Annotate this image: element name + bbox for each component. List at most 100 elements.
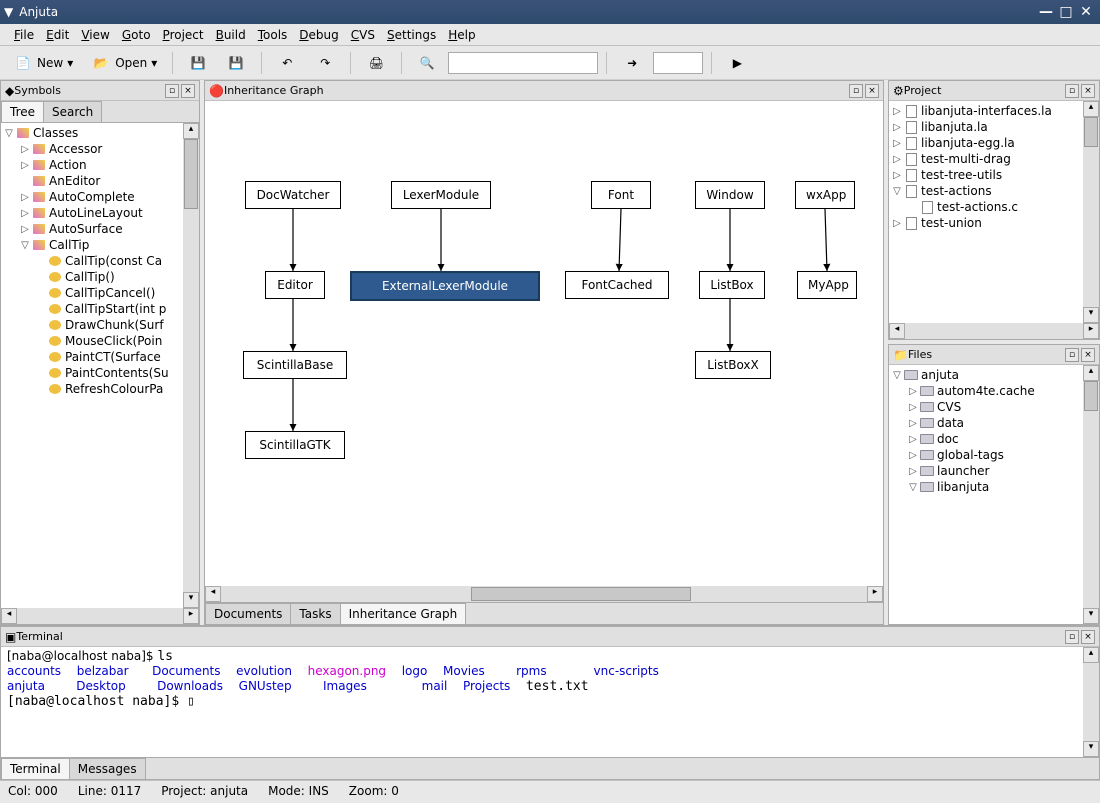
- expander-icon[interactable]: ▷: [19, 192, 31, 203]
- scroll-up-button[interactable]: ▴: [183, 123, 199, 139]
- tree-item[interactable]: ▷Action: [3, 157, 181, 173]
- expander-icon[interactable]: ▷: [891, 106, 903, 117]
- tree-item[interactable]: ▷libanjuta-egg.la: [891, 135, 1081, 151]
- tree-item[interactable]: CallTip(): [3, 269, 181, 285]
- symbols-scrollbar[interactable]: ▴ ▾: [183, 123, 199, 608]
- tree-item[interactable]: PaintContents(Su: [3, 365, 181, 381]
- tree-item[interactable]: test-actions.c: [891, 199, 1081, 215]
- tree-item[interactable]: DrawChunk(Surf: [3, 317, 181, 333]
- menu-project[interactable]: Project: [157, 26, 210, 44]
- graph-node[interactable]: Font: [591, 181, 651, 209]
- graph-node[interactable]: ScintillaGTK: [245, 431, 345, 459]
- menu-tools[interactable]: Tools: [252, 26, 294, 44]
- scroll-up-button[interactable]: ▴: [1083, 647, 1099, 663]
- files-scrollbar[interactable]: ▴ ▾: [1083, 365, 1099, 624]
- tree-item[interactable]: ▷test-union: [891, 215, 1081, 231]
- expander-icon[interactable]: ▽: [891, 370, 903, 381]
- tree-item[interactable]: ▽libanjuta: [891, 479, 1081, 495]
- find-button[interactable]: 🔍: [410, 49, 444, 77]
- save-all-button[interactable]: 💾: [219, 49, 253, 77]
- expander-icon[interactable]: ▷: [907, 402, 919, 413]
- menu-goto[interactable]: Goto: [116, 26, 157, 44]
- scroll-up-button[interactable]: ▴: [1083, 365, 1099, 381]
- expander-icon[interactable]: ▷: [891, 154, 903, 165]
- panel-min-button[interactable]: ▫: [849, 84, 863, 98]
- save-button[interactable]: 💾: [181, 49, 215, 77]
- graph-node[interactable]: MyApp: [797, 271, 857, 299]
- tree-item[interactable]: CallTipStart(int p: [3, 301, 181, 317]
- terminal-output[interactable]: [naba@localhost naba]$ ls accounts belza…: [1, 647, 1083, 757]
- panel-min-button[interactable]: ▫: [1065, 84, 1079, 98]
- window-menu-icon[interactable]: ▼: [4, 5, 13, 19]
- project-hscroll[interactable]: ◂ ▸: [889, 323, 1099, 339]
- tab-inheritance-graph[interactable]: Inheritance Graph: [340, 603, 467, 624]
- tree-item[interactable]: ▷autom4te.cache: [891, 383, 1081, 399]
- panel-close-button[interactable]: ×: [1081, 84, 1095, 98]
- menu-build[interactable]: Build: [210, 26, 252, 44]
- tree-item[interactable]: ▷Accessor: [3, 141, 181, 157]
- panel-close-button[interactable]: ×: [865, 84, 879, 98]
- new-button[interactable]: 📄 New ▾: [6, 49, 80, 77]
- tree-item[interactable]: ▷data: [891, 415, 1081, 431]
- tree-item[interactable]: AnEditor: [3, 173, 181, 189]
- project-tree[interactable]: ▷libanjuta-interfaces.la▷libanjuta.la▷li…: [889, 101, 1083, 323]
- expander-icon[interactable]: ▷: [907, 450, 919, 461]
- scroll-down-button[interactable]: ▾: [1083, 307, 1099, 323]
- scroll-down-button[interactable]: ▾: [1083, 741, 1099, 757]
- expander-icon[interactable]: ▷: [907, 434, 919, 445]
- graph-node[interactable]: FontCached: [565, 271, 669, 299]
- tree-item[interactable]: ▷launcher: [891, 463, 1081, 479]
- scroll-right-button[interactable]: ▸: [867, 586, 883, 602]
- expander-icon[interactable]: ▷: [19, 160, 31, 171]
- tree-item[interactable]: ▷test-tree-utils: [891, 167, 1081, 183]
- tab-tree[interactable]: Tree: [1, 101, 44, 122]
- tree-item[interactable]: ▷AutoLineLayout: [3, 205, 181, 221]
- menu-file[interactable]: File: [8, 26, 40, 44]
- graph-node[interactable]: LexerModule: [391, 181, 491, 209]
- inheritance-graph-canvas[interactable]: DocWatcherLexerModuleFontWindowwxAppEdit…: [205, 101, 883, 586]
- panel-min-button[interactable]: ▫: [165, 84, 179, 98]
- panel-close-button[interactable]: ×: [1081, 348, 1095, 362]
- tree-item[interactable]: ▷CVS: [891, 399, 1081, 415]
- graph-node[interactable]: DocWatcher: [245, 181, 341, 209]
- files-tree[interactable]: ▽anjuta▷autom4te.cache▷CVS▷data▷doc▷glob…: [889, 365, 1083, 624]
- expander-icon[interactable]: ▷: [19, 208, 31, 219]
- tab-tasks[interactable]: Tasks: [290, 603, 340, 624]
- print-button[interactable]: 🖨: [359, 49, 393, 77]
- menu-view[interactable]: View: [75, 26, 115, 44]
- undo-button[interactable]: ↶: [270, 49, 304, 77]
- tree-item[interactable]: PaintCT(Surface: [3, 349, 181, 365]
- goto-button[interactable]: ➜: [615, 49, 649, 77]
- tree-item[interactable]: RefreshColourPa: [3, 381, 181, 397]
- close-button[interactable]: ✕: [1076, 4, 1096, 20]
- expander-icon[interactable]: ▷: [891, 122, 903, 133]
- menu-debug[interactable]: Debug: [293, 26, 344, 44]
- graph-node[interactable]: ScintillaBase: [243, 351, 347, 379]
- expander-icon[interactable]: ▽: [891, 186, 903, 197]
- execute-button[interactable]: ▶: [720, 49, 754, 77]
- menu-cvs[interactable]: CVS: [345, 26, 381, 44]
- tree-item[interactable]: ▽CallTip: [3, 237, 181, 253]
- expander-icon[interactable]: ▷: [907, 466, 919, 477]
- expander-icon[interactable]: ▷: [891, 170, 903, 181]
- graph-node[interactable]: ExternalLexerModule: [350, 271, 540, 301]
- expander-icon[interactable]: ▷: [19, 224, 31, 235]
- tree-item[interactable]: ▽anjuta: [891, 367, 1081, 383]
- expander-icon[interactable]: ▷: [907, 386, 919, 397]
- open-button[interactable]: 📂 Open ▾: [84, 49, 164, 77]
- panel-close-button[interactable]: ×: [181, 84, 195, 98]
- terminal-scrollbar[interactable]: ▴ ▾: [1083, 647, 1099, 757]
- tree-item[interactable]: ▷AutoSurface: [3, 221, 181, 237]
- graph-hscroll[interactable]: ◂ ▸: [205, 586, 883, 602]
- tree-item[interactable]: ▽Classes: [3, 125, 181, 141]
- graph-node[interactable]: ListBoxX: [695, 351, 771, 379]
- tree-item[interactable]: ▷global-tags: [891, 447, 1081, 463]
- scroll-down-button[interactable]: ▾: [183, 592, 199, 608]
- scroll-left-button[interactable]: ◂: [205, 586, 221, 602]
- expander-icon[interactable]: ▽: [19, 240, 31, 251]
- graph-node[interactable]: ListBox: [699, 271, 765, 299]
- graph-node[interactable]: wxApp: [795, 181, 855, 209]
- menu-help[interactable]: Help: [442, 26, 481, 44]
- panel-min-button[interactable]: ▫: [1065, 630, 1079, 644]
- tree-item[interactable]: ▷doc: [891, 431, 1081, 447]
